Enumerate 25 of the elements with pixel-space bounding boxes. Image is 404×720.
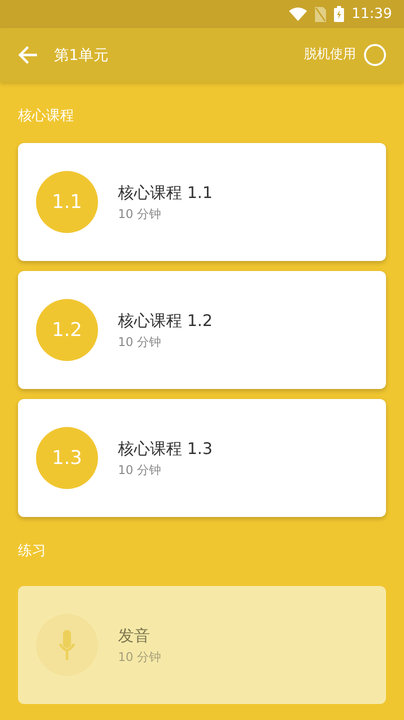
lesson-title: 核心课程 1.1 [118, 182, 213, 204]
offline-label: 脱机使用 [304, 46, 356, 64]
lesson-duration: 10 分钟 [118, 206, 162, 223]
lesson-duration: 10 分钟 [118, 334, 162, 351]
lesson-duration: 10 分钟 [118, 649, 162, 666]
back-button[interactable] [18, 46, 38, 64]
section-title: 核心课程 [18, 107, 75, 126]
lesson-number: 1.3 [36, 427, 98, 489]
lesson-duration: 10 分钟 [118, 462, 162, 479]
lesson-number: 1.1 [36, 171, 98, 233]
lesson-title: 核心课程 1.2 [118, 310, 213, 332]
lesson-title: 发音 [118, 625, 151, 647]
lesson-card[interactable]: 1.2 核心课程 1.2 10 分钟 [18, 271, 386, 389]
status-time: 11:39 [352, 4, 392, 24]
lesson-card[interactable]: 1.1 核心课程 1.1 10 分钟 [18, 143, 386, 261]
no-sim-icon [314, 6, 326, 22]
lesson-title: 核心课程 1.3 [118, 438, 213, 460]
section-title: 练习 [18, 542, 47, 561]
offline-toggle[interactable] [364, 44, 386, 66]
page-title: 第1单元 [54, 44, 109, 66]
wifi-icon [288, 7, 307, 21]
battery-icon [334, 6, 344, 22]
lesson-number: 1.2 [36, 299, 98, 361]
lesson-card[interactable]: 1.3 核心课程 1.3 10 分钟 [18, 399, 386, 517]
microphone-icon [59, 630, 75, 660]
